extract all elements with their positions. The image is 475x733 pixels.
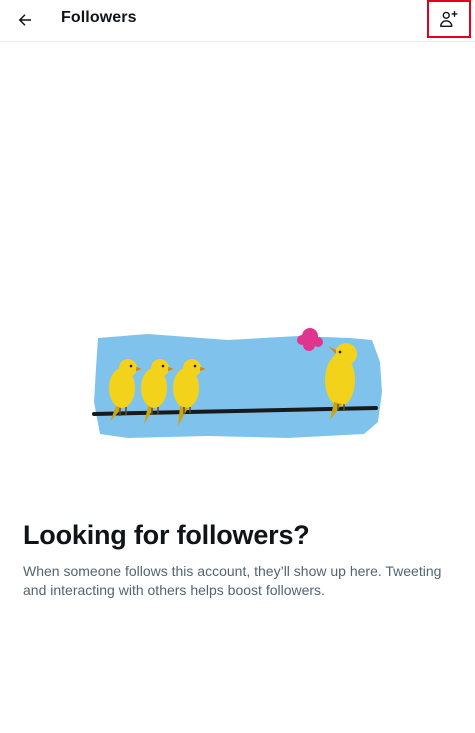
top-bar: Followers <box>0 0 475 42</box>
add-follower-button[interactable] <box>427 0 471 38</box>
arrow-left-icon <box>18 14 31 26</box>
back-button[interactable] <box>8 3 42 37</box>
person-plus-icon <box>440 10 458 28</box>
empty-state-description: When someone follows this account, they’… <box>23 563 442 598</box>
birds-illustration <box>92 328 382 438</box>
page-title: Followers <box>61 9 137 26</box>
empty-state-title: Looking for followers? <box>23 520 310 550</box>
